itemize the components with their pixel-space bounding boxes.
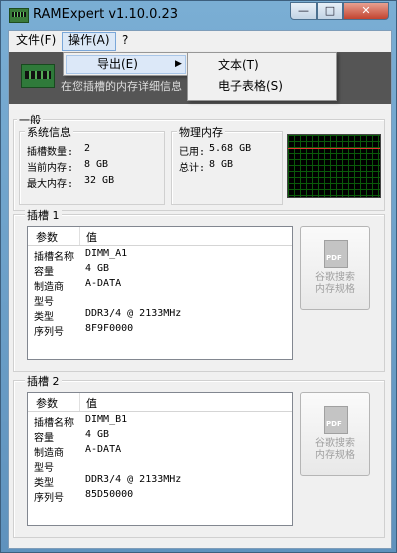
used-value: 5.68 GB (209, 143, 252, 154)
row-key: 容量 (34, 267, 54, 278)
slots-label: 插槽数量: (27, 147, 74, 158)
slot1-header-param[interactable]: 参数 (36, 229, 58, 245)
row-key: 序列号 (34, 493, 64, 504)
row-value: A-DATA (85, 278, 122, 289)
maximize-button[interactable]: □ (317, 2, 343, 20)
slot2-header-param[interactable]: 参数 (36, 395, 58, 411)
menu-item-export[interactable]: 导出(E) ▶ (66, 55, 186, 74)
current-memory-label: 当前内存: (27, 163, 74, 174)
banner-text: 在您插槽的内存详细信息 (61, 80, 182, 93)
menu-help[interactable]: ? (117, 32, 133, 49)
max-memory-value: 32 GB (84, 175, 115, 186)
search-label-line1: 谷歌搜索 (315, 438, 355, 449)
slot1-google-search-button[interactable]: 谷歌搜索 内存规格 (300, 226, 370, 310)
slot2-header-value[interactable]: 值 (86, 395, 97, 411)
row-value: 4 GB (85, 263, 110, 274)
row-key: 制造商 (34, 282, 64, 293)
row-key: 插槽名称 (34, 418, 74, 429)
row-value: DIMM_B1 (85, 414, 128, 425)
slot2-list-header: 参数 值 (28, 393, 292, 412)
system-info-title: 系统信息 (25, 124, 73, 140)
header-separator (79, 393, 80, 411)
header-separator (79, 227, 80, 245)
slot2-title: 插槽 2 (25, 373, 62, 389)
row-key: 插槽名称 (34, 252, 74, 263)
row-value: DDR3/4 @ 2133MHz (85, 474, 182, 485)
row-value: DIMM_A1 (85, 248, 128, 259)
submenu-arrow-icon: ▶ (175, 59, 182, 69)
ram-app-icon (9, 8, 29, 23)
row-key: 类型 (34, 478, 54, 489)
menu-item-export-spreadsheet[interactable]: 电子表格(S) (218, 77, 283, 95)
row-key: 序列号 (34, 327, 64, 338)
operate-menu-dropdown: 导出(E) ▶ (63, 52, 189, 76)
slot2-google-search-button[interactable]: 谷歌搜索 内存规格 (300, 392, 370, 476)
pdf-icon (324, 240, 348, 268)
row-key: 制造商 (34, 448, 64, 459)
ram-module-icon (21, 64, 55, 88)
export-submenu: 文本(T) 电子表格(S) (187, 52, 337, 101)
current-memory-value: 8 GB (84, 159, 109, 170)
title-bar[interactable]: RAMExpert v1.10.0.23 — □ ✕ (1, 1, 396, 29)
row-key: 容量 (34, 433, 54, 444)
slot1-title: 插槽 1 (25, 207, 62, 223)
menu-item-export-text[interactable]: 文本(T) (218, 56, 259, 74)
slot2-listview[interactable]: 参数 值 插槽名称 DIMM_B1 容量 4 GB 制造商 A-DATA 型号 类型 D… (27, 392, 293, 526)
memory-usage-line (288, 148, 380, 149)
minimize-button[interactable]: — (290, 2, 317, 20)
memory-usage-graph (287, 134, 381, 198)
slots-value: 2 (84, 143, 91, 154)
window-title: RAMExpert v1.10.0.23 (33, 7, 179, 22)
pdf-icon (324, 406, 348, 434)
row-value: A-DATA (85, 444, 122, 455)
row-value: DDR3/4 @ 2133MHz (85, 308, 182, 319)
client-area: 文件(F) 操作(A) ? 在您插槽的内存详细信息 一般 系统信息 插槽数量: … (8, 30, 392, 549)
total-value: 8 GB (209, 159, 234, 170)
menu-operate[interactable]: 操作(A) (62, 32, 116, 51)
used-label: 已用: (179, 147, 206, 158)
export-label: 导出(E) (97, 57, 138, 71)
row-key: 类型 (34, 312, 54, 323)
menu-file[interactable]: 文件(F) (11, 32, 61, 49)
slot1-list-header: 参数 值 (28, 227, 292, 246)
row-key: 型号 (34, 297, 54, 308)
close-button[interactable]: ✕ (343, 2, 389, 20)
total-label: 总计: (179, 163, 206, 174)
row-key: 型号 (34, 463, 54, 474)
slot1-listview[interactable]: 参数 值 插槽名称 DIMM_A1 容量 4 GB 制造商 A-DATA 型号 类型 D… (27, 226, 293, 360)
search-label-line2: 内存规格 (315, 450, 355, 461)
row-value: 4 GB (85, 429, 110, 440)
menu-bar: 文件(F) 操作(A) ? (9, 31, 391, 51)
physical-memory-title: 物理内存 (177, 124, 225, 140)
search-label-line1: 谷歌搜索 (315, 272, 355, 283)
search-label-line2: 内存规格 (315, 284, 355, 295)
row-value: 85D50000 (85, 489, 134, 500)
max-memory-label: 最大内存: (27, 179, 74, 190)
slot1-header-value[interactable]: 值 (86, 229, 97, 245)
row-value: 8F9F0000 (85, 323, 134, 334)
app-window: RAMExpert v1.10.0.23 — □ ✕ 文件(F) 操作(A) ?… (0, 0, 397, 553)
